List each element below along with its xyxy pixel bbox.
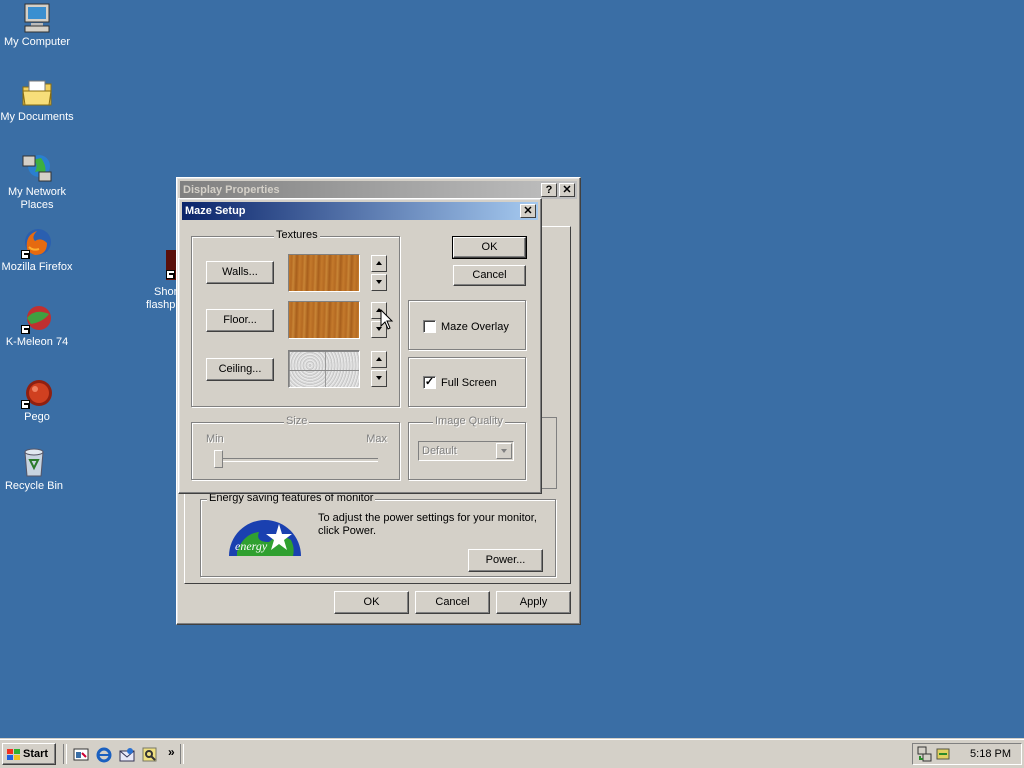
desktop-icon-firefox[interactable]: Mozilla Firefox xyxy=(0,227,74,274)
maze-overlay-group: Maze Overlay xyxy=(408,300,526,350)
energy-description: To adjust the power settings for your mo… xyxy=(318,512,537,537)
full-screen-checkbox[interactable]: ✓ xyxy=(423,376,436,389)
energy-star-logo: energy xyxy=(229,512,301,556)
recycle-bin-icon xyxy=(18,446,50,478)
window-title: Display Properties xyxy=(183,184,280,196)
desktop-icon-recycle-bin[interactable]: Recycle Bin xyxy=(0,446,71,493)
search-icon[interactable] xyxy=(142,747,158,763)
desktop-icon-label: My Network Places xyxy=(7,186,67,211)
firefox-icon xyxy=(21,227,53,259)
image-quality-legend: Image Quality xyxy=(433,415,505,427)
safely-remove-tray-icon[interactable] xyxy=(935,746,951,762)
apply-button[interactable]: Apply xyxy=(496,591,571,614)
desktop-icon-label: Shor xyxy=(154,286,178,298)
dropdown-button[interactable] xyxy=(496,443,512,459)
network-places-icon xyxy=(21,152,53,184)
start-label: Start xyxy=(23,748,49,760)
pego-icon xyxy=(21,377,53,409)
size-slider-thumb[interactable] xyxy=(214,450,223,468)
size-group: Size Min Max xyxy=(191,415,400,480)
my-documents-icon xyxy=(21,77,53,109)
help-button[interactable]: ? xyxy=(541,183,557,197)
desktop-icon-label: Pego xyxy=(24,411,50,423)
system-tray: 5:18 PM xyxy=(912,743,1022,765)
energy-saving-group: Energy saving features of monitor energy… xyxy=(200,492,556,577)
ceiling-down-button[interactable] xyxy=(371,370,387,387)
my-computer-icon xyxy=(21,2,53,34)
textures-group: Textures Walls... Floor... Ceiling... xyxy=(191,229,400,407)
full-screen-group: ✓ Full Screen xyxy=(408,357,526,407)
shortcut-arrow-icon xyxy=(166,270,175,279)
desktop-icon-pego[interactable]: Pego xyxy=(0,377,74,424)
display-properties-titlebar[interactable]: Display Properties ? ✕ xyxy=(180,181,577,199)
taskbar-divider xyxy=(63,744,67,764)
show-desktop-icon[interactable] xyxy=(73,747,89,763)
maze-setup-dialog: Maze Setup ✕ Textures Walls... Floor... … xyxy=(178,198,542,494)
desktop-icon-network-places[interactable]: My Network Places xyxy=(0,152,74,212)
power-button[interactable]: Power... xyxy=(468,549,543,572)
arrow-up-icon xyxy=(376,357,382,361)
desktop-icon-label: flashp xyxy=(146,299,176,311)
mouse-cursor-icon xyxy=(380,308,394,334)
arrow-down-icon xyxy=(376,376,382,380)
close-button[interactable]: ✕ xyxy=(559,183,575,197)
desktop-icon-k-meleon[interactable]: K-Meleon 74 xyxy=(0,302,74,349)
clock[interactable]: 5:18 PM xyxy=(970,748,1011,760)
close-button[interactable]: ✕ xyxy=(520,204,536,218)
shortcut-arrow-icon xyxy=(21,400,30,409)
desktop-icon-label: K-Meleon 74 xyxy=(5,336,69,348)
desktop-icon-label: My Documents xyxy=(0,111,74,123)
cancel-button[interactable]: Cancel xyxy=(415,591,490,614)
arrow-up-icon xyxy=(376,261,382,265)
maze-cancel-button[interactable]: Cancel xyxy=(453,265,526,286)
walls-down-button[interactable] xyxy=(371,274,387,291)
floor-texture-preview xyxy=(288,301,360,339)
floor-button[interactable]: Floor... xyxy=(206,309,274,332)
size-legend: Size xyxy=(284,415,310,427)
network-tray-icon[interactable] xyxy=(917,746,933,762)
walls-up-button[interactable] xyxy=(371,255,387,272)
dialog-title: Maze Setup xyxy=(185,205,246,217)
image-quality-select[interactable]: Default xyxy=(418,441,514,461)
taskbar-divider xyxy=(180,744,184,764)
arrow-down-icon xyxy=(376,280,382,284)
ceiling-up-button[interactable] xyxy=(371,351,387,368)
ok-button[interactable]: OK xyxy=(334,591,409,614)
desktop-icon-my-computer[interactable]: My Computer xyxy=(0,2,74,49)
internet-explorer-icon[interactable] xyxy=(96,747,112,763)
maze-overlay-checkbox[interactable] xyxy=(423,320,436,333)
shortcut-arrow-icon xyxy=(21,325,30,334)
maze-overlay-label[interactable]: Maze Overlay xyxy=(441,321,509,333)
ceiling-button[interactable]: Ceiling... xyxy=(206,358,274,381)
size-max-label: Max xyxy=(366,433,387,445)
walls-button[interactable]: Walls... xyxy=(206,261,274,284)
quicklaunch-overflow-icon[interactable]: » xyxy=(168,745,175,759)
maze-ok-button[interactable]: OK xyxy=(452,236,527,259)
textures-legend: Textures xyxy=(274,229,320,241)
size-min-label: Min xyxy=(206,433,224,445)
chevron-down-icon xyxy=(501,449,507,453)
maze-setup-titlebar[interactable]: Maze Setup ✕ xyxy=(182,202,538,220)
shortcut-arrow-icon xyxy=(21,250,30,259)
energy-logo-text: energy xyxy=(235,539,268,553)
full-screen-label[interactable]: Full Screen xyxy=(441,377,497,389)
k-meleon-icon xyxy=(21,302,53,334)
desktop-icon-my-documents[interactable]: My Documents xyxy=(0,77,74,124)
image-quality-group: Image Quality Default xyxy=(408,415,526,480)
outlook-express-icon[interactable] xyxy=(119,747,135,763)
taskbar: Start » 5:18 PM xyxy=(0,739,1024,768)
start-button[interactable]: Start xyxy=(2,743,56,765)
windows-logo-icon xyxy=(7,748,21,760)
size-slider-track xyxy=(214,458,378,462)
desktop-icon-label: Mozilla Firefox xyxy=(1,261,73,273)
ceiling-texture-preview xyxy=(288,350,360,388)
desktop-icon-label: Recycle Bin xyxy=(4,480,64,492)
image-quality-value: Default xyxy=(422,445,457,457)
walls-texture-preview xyxy=(288,254,360,292)
desktop-icon-label: My Computer xyxy=(3,36,71,48)
